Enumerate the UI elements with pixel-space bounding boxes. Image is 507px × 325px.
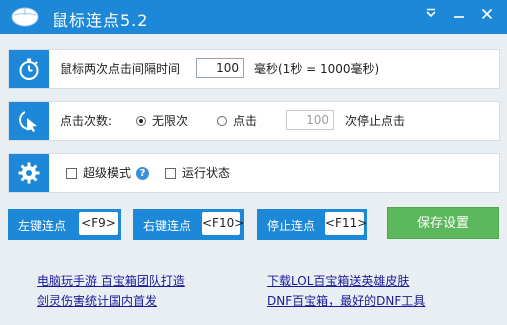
stop-click-hotkey: <F11> [325, 212, 367, 235]
left-click-button[interactable]: 左键连点 <F9> [8, 209, 121, 240]
link-lol-skins[interactable]: 下载LOL百宝箱送英雄皮肤 [267, 272, 409, 289]
stopwatch-icon [19, 58, 39, 80]
close-icon[interactable] [476, 4, 498, 24]
click-count-input[interactable]: 100 [286, 110, 334, 130]
title-bar[interactable]: 鼠标连点5.2 [0, 0, 507, 34]
chevron-down-icon[interactable] [420, 4, 442, 24]
link-blade-soul-stats[interactable]: 剑灵伤害统计国内首发 [37, 292, 157, 309]
options-panel: 超级模式 ? 运行状态 [8, 153, 500, 193]
minimize-icon[interactable] [448, 4, 470, 24]
count-radio-label[interactable]: 点击 [233, 113, 257, 129]
unlimited-radio-label[interactable]: 无限次 [152, 113, 188, 129]
help-icon[interactable]: ? [136, 167, 149, 180]
cursor-click-icon [19, 111, 37, 132]
right-click-hotkey: <F10> [202, 212, 244, 235]
gear-icon [18, 162, 40, 184]
click-count-label: 点击次数: [60, 114, 113, 128]
link-mobile-games[interactable]: 电脑玩手游 百宝箱团队打造 [37, 272, 185, 289]
options-icon-box [9, 154, 49, 192]
running-status-label[interactable]: 运行状态 [182, 165, 230, 181]
app-title: 鼠标连点5.2 [52, 11, 149, 30]
right-click-button-label: 右键连点 [143, 219, 192, 233]
interval-label: 鼠标两次点击间隔时间 [60, 62, 181, 76]
stop-click-button[interactable]: 停止连点 <F11> [257, 209, 367, 240]
interval-panel: 鼠标两次点击间隔时间 100 毫秒(1秒 = 1000毫秒) [8, 49, 500, 89]
save-settings-button[interactable]: 保存设置 [387, 207, 499, 239]
interval-icon-box [9, 50, 49, 88]
running-status-checkbox[interactable] [165, 168, 176, 179]
click-count-panel: 点击次数: 无限次 点击 100 次停止点击 [8, 101, 500, 141]
interval-input[interactable]: 100 [196, 58, 244, 78]
super-mode-checkbox[interactable] [66, 168, 77, 179]
count-radio[interactable] [217, 116, 227, 126]
stop-click-button-label: 停止连点 [267, 219, 316, 233]
left-click-hotkey: <F9> [79, 212, 118, 235]
unlimited-radio[interactable] [136, 116, 146, 126]
mouse-logo-icon [11, 7, 39, 27]
left-click-button-label: 左键连点 [18, 219, 67, 233]
right-click-button[interactable]: 右键连点 <F10> [133, 209, 244, 240]
super-mode-label[interactable]: 超级模式 [83, 165, 131, 181]
click-count-icon-box [9, 102, 49, 140]
interval-unit-label: 毫秒(1秒 = 1000毫秒) [254, 62, 380, 76]
stop-after-label: 次停止点击 [345, 114, 406, 128]
link-dnf-tools[interactable]: DNF百宝箱，最好的DNF工具 [267, 292, 425, 309]
